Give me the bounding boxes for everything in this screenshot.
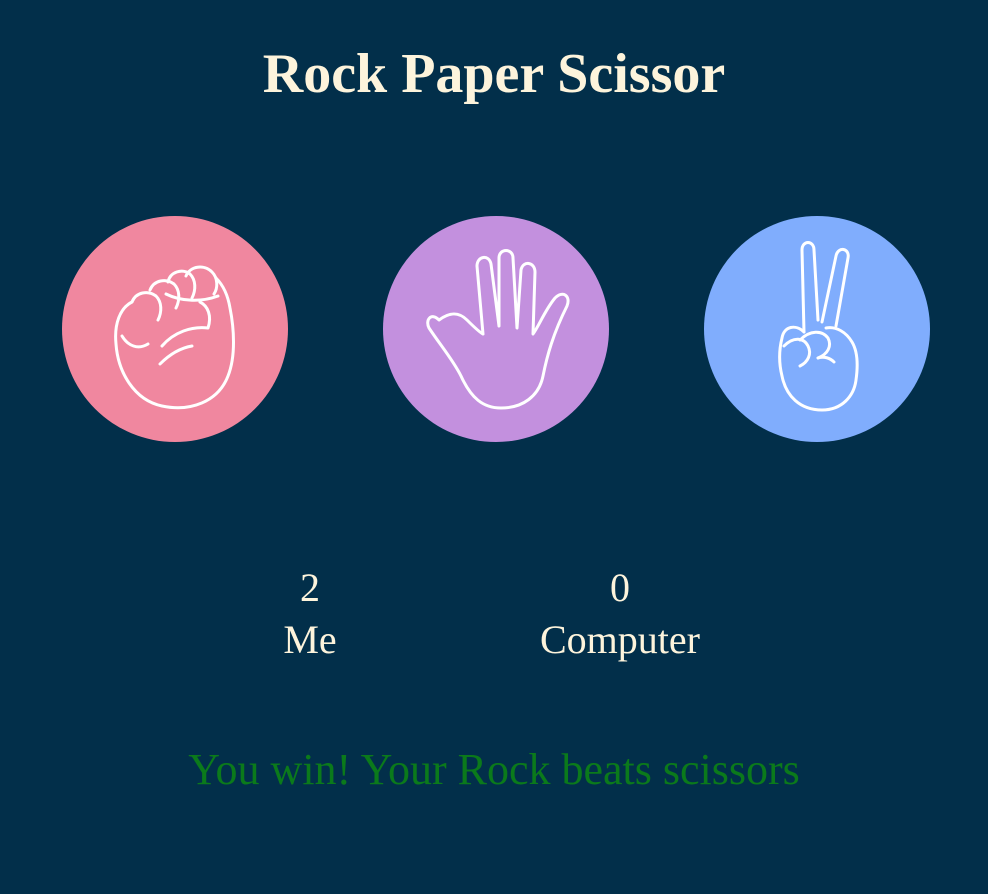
user-score-value: 2 xyxy=(300,565,320,610)
user-score: 2 Me xyxy=(190,562,430,666)
computer-score-value: 0 xyxy=(610,565,630,610)
rock-paper-scissor-app: { "game": { "title": "Rock Paper Scissor… xyxy=(0,0,988,894)
fist-icon xyxy=(114,265,235,410)
paper-choice-button[interactable] xyxy=(383,216,609,442)
scissors-choice-button[interactable] xyxy=(704,216,930,442)
rock-choice-button[interactable] xyxy=(62,216,288,442)
computer-score: 0 Computer xyxy=(500,562,740,666)
computer-score-label: Computer xyxy=(540,617,700,662)
page-title: Rock Paper Scissor xyxy=(262,43,726,105)
result-message: You win! Your Rock beats scissors xyxy=(188,745,800,794)
user-score-label: Me xyxy=(283,617,337,662)
open-hand-icon xyxy=(426,249,570,410)
peace-hand-icon xyxy=(778,241,859,412)
